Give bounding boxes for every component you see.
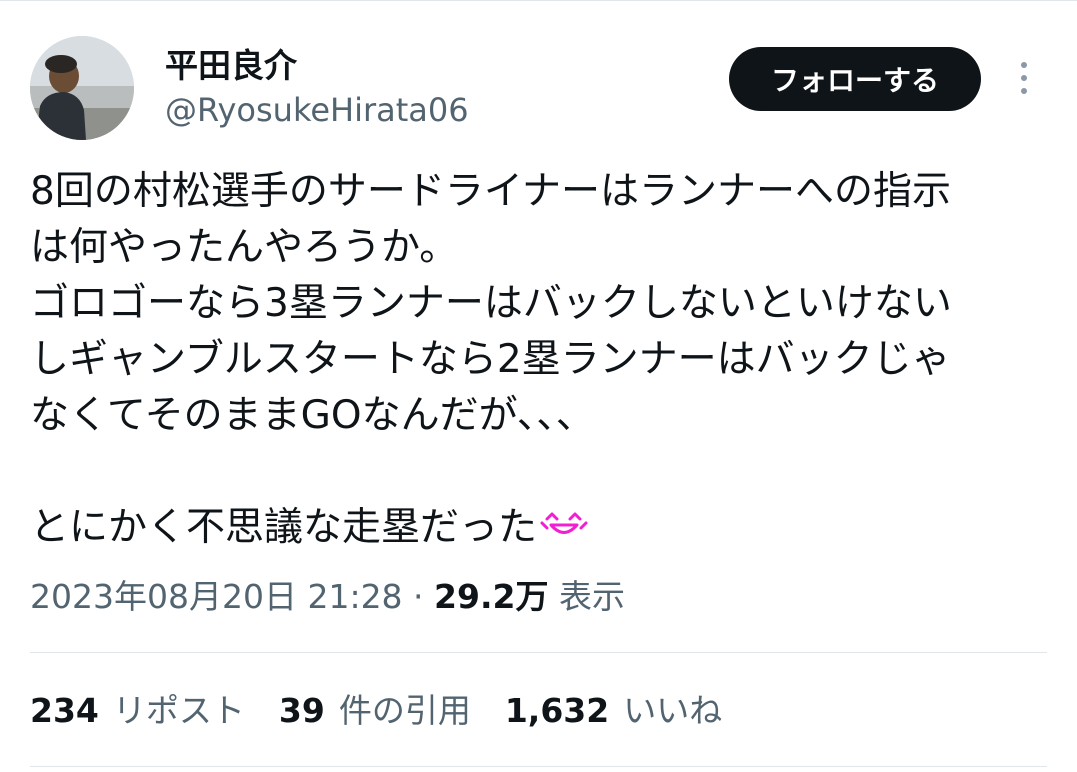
- avatar-photo: [30, 36, 134, 140]
- quotes-stat[interactable]: 39 件の引用: [279, 688, 471, 734]
- follow-button[interactable]: フォローする: [729, 47, 981, 111]
- tweet-text-line: なくてそのままGOなんだが、、、: [30, 393, 595, 438]
- tweet-text-line: しギャンブルスタートなら2塁ランナーはバックじゃ: [30, 337, 951, 382]
- tweet-stats: 234 リポスト 39 件の引用 1,632 いいね: [30, 688, 722, 734]
- avatar[interactable]: [30, 36, 134, 140]
- likes-count: 1,632: [504, 691, 610, 730]
- author-handle[interactable]: @RyosukeHirata06: [165, 90, 469, 130]
- views-count: 29.2万: [434, 577, 549, 616]
- tweet-text-line: 8回の村松選手のサードライナーはランナーへの指示: [30, 169, 952, 214]
- views-label: 表示: [558, 577, 625, 616]
- tweet-meta: 2023年08月20日 21:28 · 29.2万 表示: [30, 574, 625, 620]
- reposts-stat[interactable]: 234 リポスト: [30, 688, 245, 734]
- reposts-count: 234: [30, 691, 99, 730]
- tweet-timestamp[interactable]: 2023年08月20日 21:28: [30, 577, 403, 616]
- divider: [30, 652, 1047, 653]
- reposts-label: リポスト: [112, 691, 245, 730]
- laughing-face-emoji-icon: [539, 502, 589, 558]
- likes-stat[interactable]: 1,632 いいね: [505, 688, 722, 734]
- tweet-text: 8回の村松選手のサードライナーはランナーへの指示 は何やったんやろうか。 ゴロゴ…: [30, 164, 1040, 556]
- tweet-text-line: とにかく不思議な走塁だった: [30, 505, 538, 550]
- meta-separator: ·: [402, 577, 435, 616]
- divider: [30, 766, 1047, 767]
- tweet-text-line: は何やったんやろうか。: [30, 225, 459, 270]
- tweet-text-last-line: とにかく不思議な走塁だった: [30, 500, 1040, 556]
- more-dot-icon: [1021, 75, 1027, 81]
- more-options-button[interactable]: [1006, 58, 1042, 98]
- more-dot-icon: [1021, 62, 1027, 68]
- quotes-count: 39: [278, 691, 325, 730]
- tweet-text-line: ゴロゴーなら3塁ランナーはバックしないといけない: [30, 281, 952, 326]
- more-dot-icon: [1021, 88, 1027, 94]
- top-border: [0, 0, 1077, 1]
- tweet: 平田良介 @RyosukeHirata06 フォローする 8回の村松選手のサード…: [0, 0, 1077, 772]
- author-display-name[interactable]: 平田良介: [165, 44, 297, 88]
- likes-label: いいね: [623, 691, 723, 730]
- quotes-label: 件の引用: [338, 691, 471, 730]
